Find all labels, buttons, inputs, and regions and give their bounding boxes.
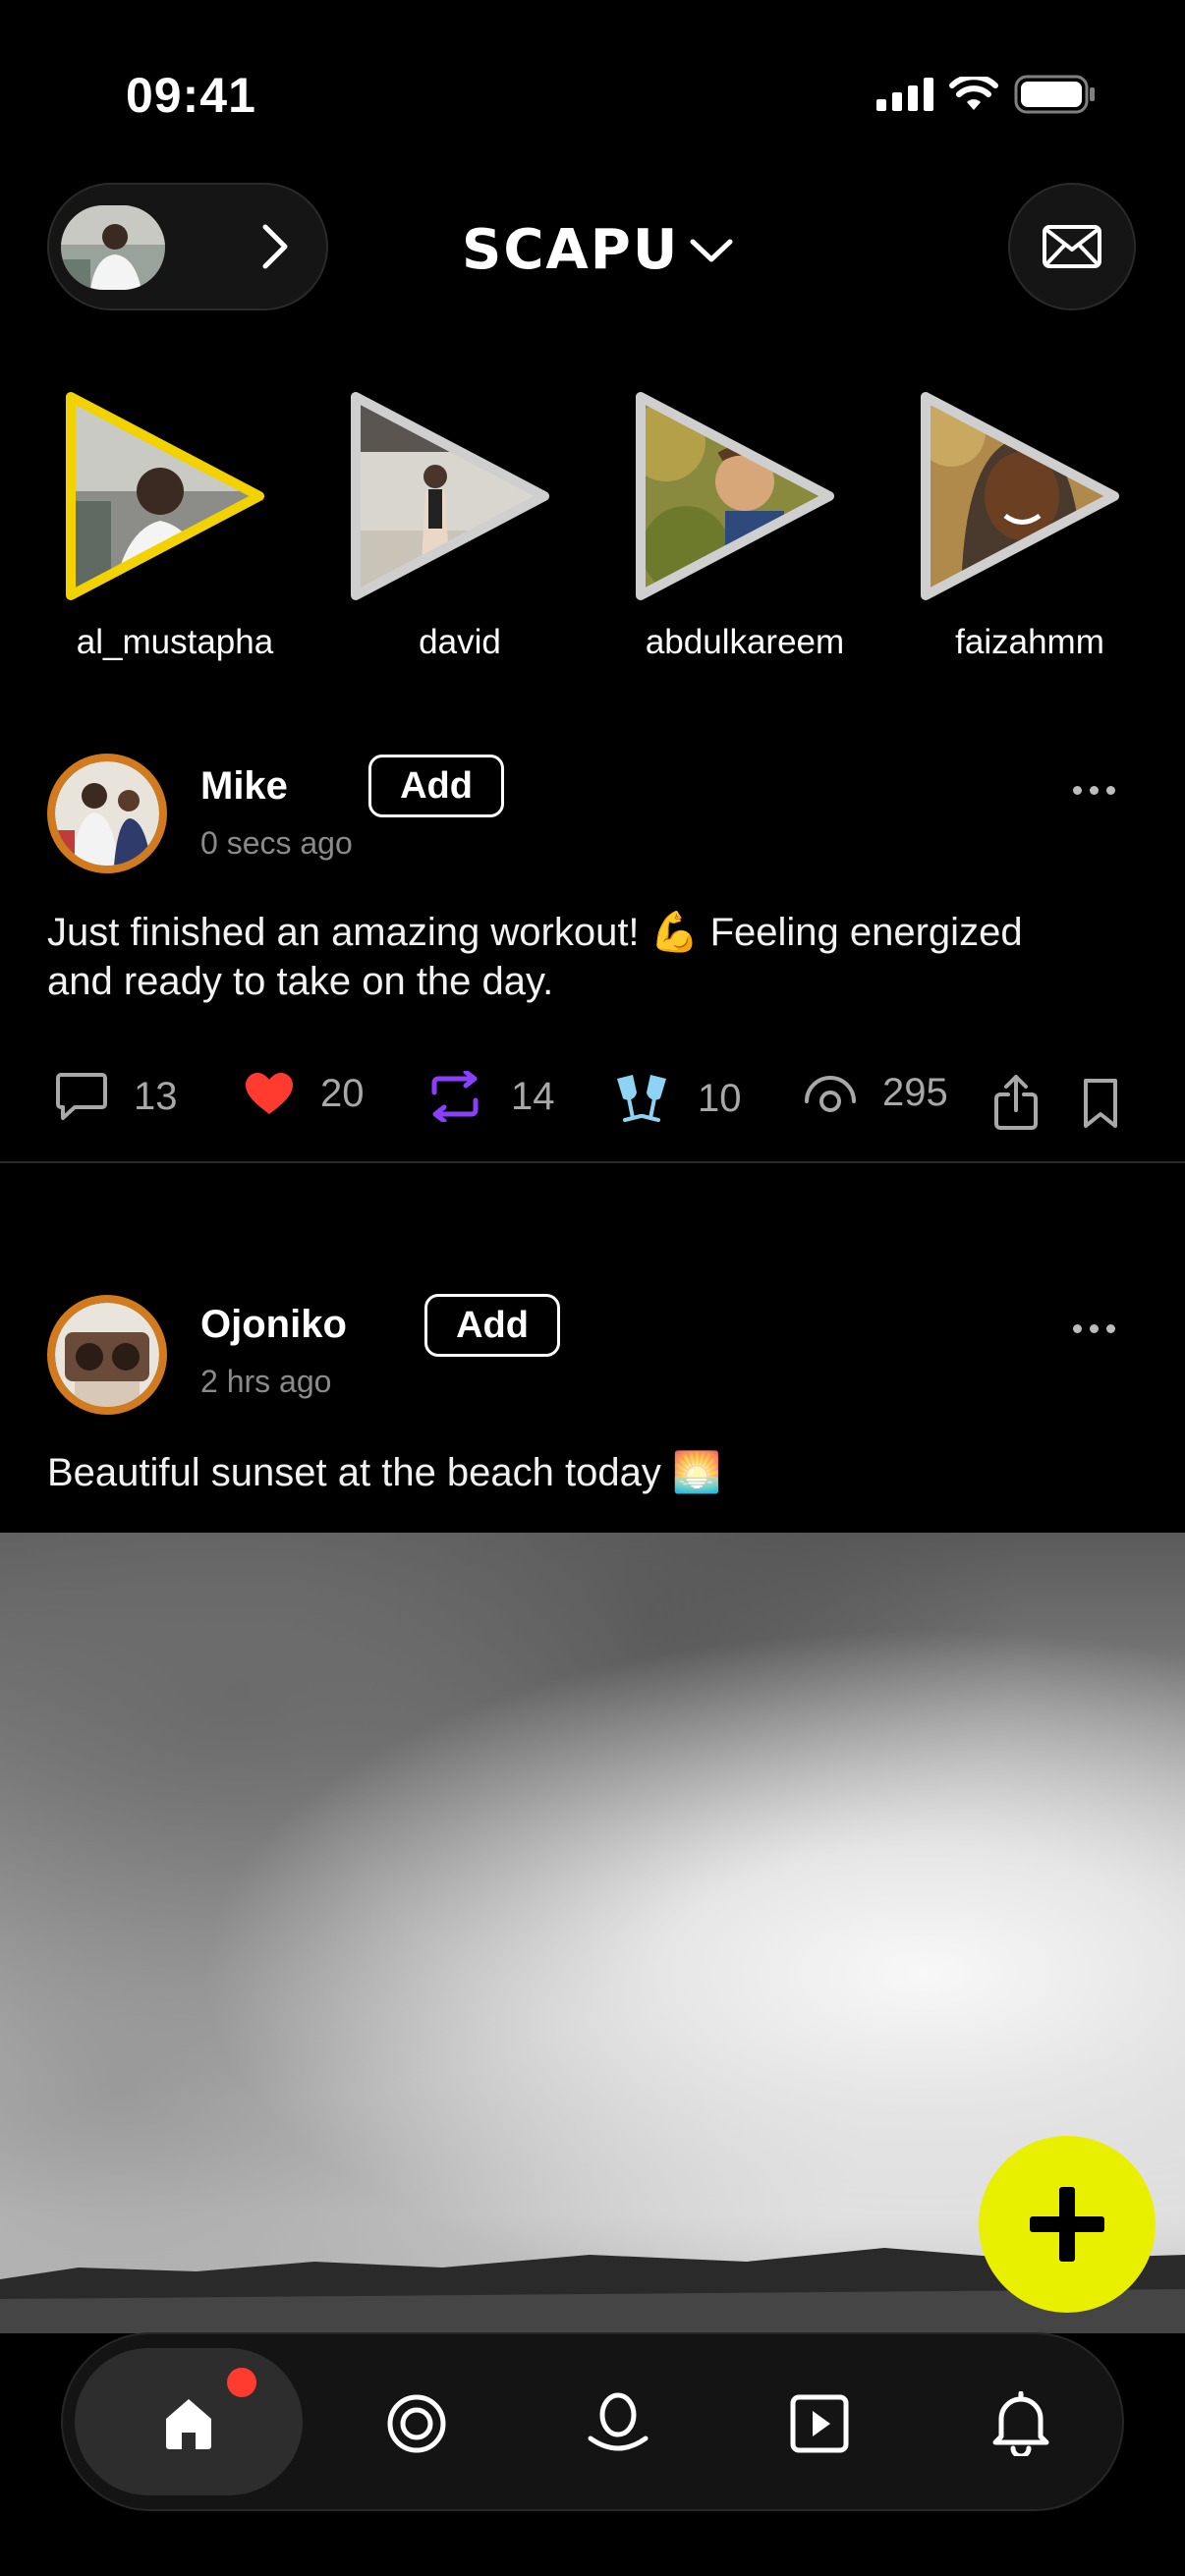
story-thumbnail [351, 392, 549, 600]
profile-avatar [61, 205, 165, 290]
add-friend-button[interactable]: Add [424, 1294, 560, 1357]
chevron-down-icon [690, 239, 733, 261]
comment-count: 13 [134, 1074, 178, 1118]
bookmark-icon [1084, 1079, 1117, 1128]
nav-item-notifications[interactable] [952, 2334, 1090, 2513]
views-indicator: 295 [804, 1071, 948, 1115]
story-thumbnail [636, 392, 834, 600]
cheers-count: 10 [698, 1076, 742, 1120]
post-text: Beautiful sunset at the beach today 🌅 [47, 1451, 721, 1494]
story-item-david[interactable]: david [342, 383, 578, 661]
messages-button[interactable] [1008, 183, 1136, 310]
comment-icon [56, 1073, 107, 1120]
nav-item-explore[interactable] [348, 2334, 485, 2513]
more-options-icon[interactable] [1073, 786, 1115, 795]
add-friend-button[interactable]: Add [368, 755, 504, 817]
like-button[interactable]: 20 [244, 1071, 365, 1116]
view-count: 295 [882, 1071, 948, 1114]
story-item-abdulkareem[interactable]: abdulkareem [627, 383, 863, 661]
more-options-icon[interactable] [1073, 1324, 1115, 1333]
story-item-faizahmm[interactable]: faizahmm [912, 383, 1148, 661]
plus-icon [1030, 2187, 1104, 2262]
repost-count: 14 [511, 1074, 555, 1118]
signal-icon [876, 78, 933, 111]
post-text-line: and ready to take on the day. [47, 960, 554, 1003]
repost-icon [431, 1071, 479, 1122]
explore-icon [387, 2394, 446, 2453]
create-post-button[interactable] [979, 2136, 1156, 2313]
post-author-avatar[interactable] [47, 1295, 167, 1415]
cheers-button[interactable]: 10 [611, 1071, 742, 1126]
status-time: 09:41 [126, 68, 256, 123]
nav-item-home[interactable] [75, 2334, 303, 2513]
battery-icon [1014, 75, 1095, 114]
home-icon [166, 2399, 211, 2449]
nav-item-profile[interactable] [549, 2334, 687, 2513]
nav-item-videos[interactable] [751, 2334, 888, 2513]
like-count: 20 [320, 1071, 365, 1115]
story-thumbnail [921, 392, 1119, 600]
brand-logo: SCAPU [462, 218, 680, 282]
story-username: david [419, 623, 501, 661]
comment-button[interactable]: 13 [55, 1071, 178, 1122]
brand-selector[interactable]: SCAPU [462, 218, 736, 282]
post-author-avatar[interactable] [47, 754, 167, 873]
home-indicator [395, 2543, 790, 2556]
notification-badge [227, 2368, 256, 2397]
chevron-right-icon [262, 224, 288, 269]
share-button[interactable] [992, 1075, 1040, 1135]
post-author-name[interactable]: Ojoniko [200, 1303, 347, 1347]
story-username: al_mustapha [76, 623, 274, 661]
post-timestamp: 2 hrs ago [200, 1364, 332, 1399]
cheers-icon [617, 1075, 666, 1122]
post-text-line: Just finished an amazing workout! 💪 Feel… [47, 911, 1023, 954]
video-icon [790, 2394, 849, 2453]
bottom-navigation [61, 2332, 1124, 2511]
post-author-name[interactable]: Mike [200, 764, 288, 809]
profile-switcher[interactable] [47, 183, 328, 310]
heart-icon [246, 1073, 293, 1114]
story-item-al-mustapha[interactable]: al_mustapha [57, 383, 293, 661]
bell-icon [992, 2391, 1049, 2456]
story-username: faizahmm [955, 623, 1104, 661]
share-icon [994, 1075, 1038, 1130]
user-icon [588, 2392, 649, 2451]
bookmark-button[interactable] [1081, 1077, 1120, 1135]
repost-button[interactable]: 14 [424, 1071, 555, 1122]
mail-icon [1043, 225, 1101, 268]
status-icons [876, 75, 1097, 114]
views-icon [805, 1075, 856, 1112]
story-thumbnail [66, 392, 264, 600]
post-divider [0, 1161, 1185, 1163]
wifi-icon [949, 77, 998, 110]
story-username: abdulkareem [645, 623, 845, 661]
post-timestamp: 0 secs ago [200, 825, 353, 861]
